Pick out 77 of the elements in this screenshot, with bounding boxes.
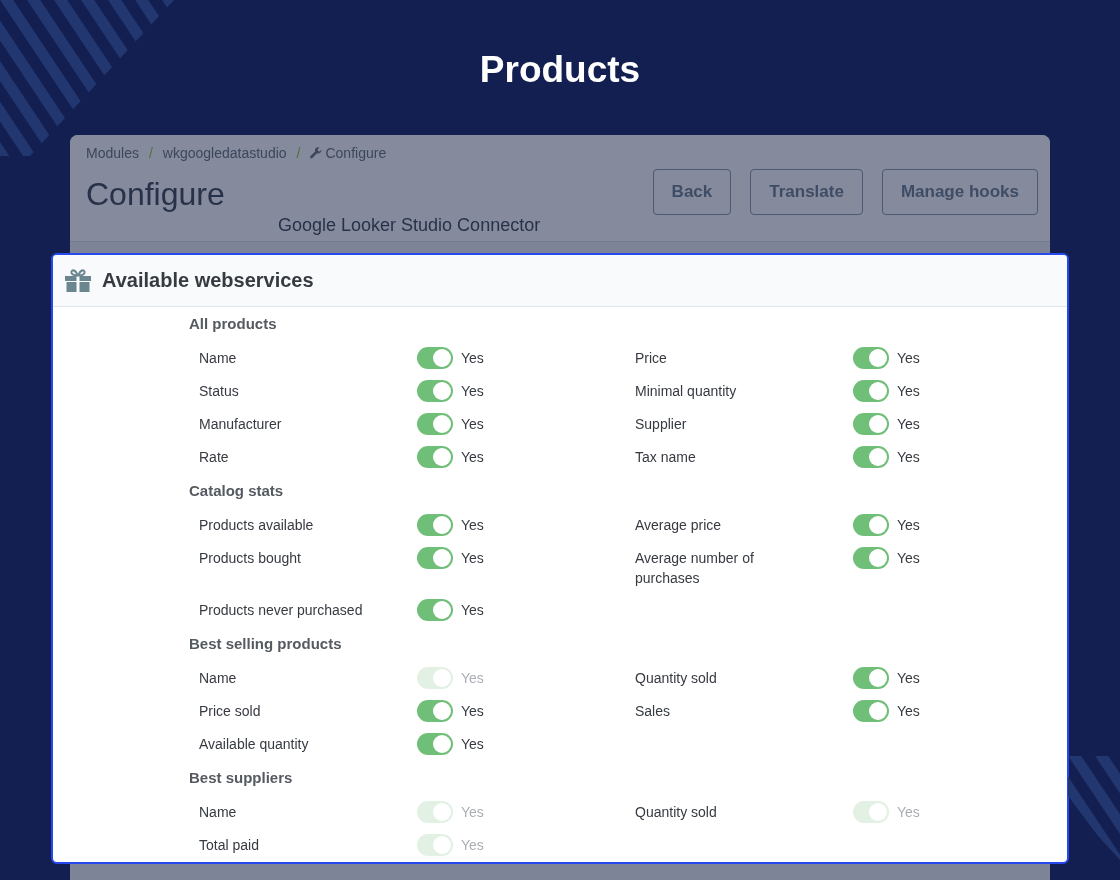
field-label: Name [199,669,238,688]
toggle-switch[interactable] [853,413,889,435]
field-label: Tax name [635,448,697,467]
field-label: Quantity sold [635,803,718,822]
field-label: Products bought [199,549,302,568]
field-label: Rate [199,448,230,467]
field-label: Price sold [199,702,262,721]
toggle-switch[interactable] [417,547,453,569]
toggle-switch[interactable] [853,380,889,402]
toggle-value-label: Yes [461,349,484,368]
toggle-switch[interactable] [417,380,453,402]
toggle-value-label: Yes [897,382,920,401]
field-label: Average price [635,516,723,535]
page-title: Products [479,48,641,92]
toggle-switch[interactable] [417,514,453,536]
page-heading: Configure [86,175,225,214]
toggle-value-label: Yes [461,836,484,855]
field-label: Supplier [635,415,688,434]
toggle-value-label: Yes [461,382,484,401]
toggle-switch[interactable] [853,547,889,569]
section-heading: Best selling products [189,635,342,653]
card-title: Available webservices [102,269,314,292]
toggle-switch[interactable] [417,733,453,755]
toggle-value-label: Yes [897,803,920,822]
translate-button[interactable]: Translate [750,169,863,215]
wrench-icon [310,147,323,159]
manage-hooks-button[interactable]: Manage hooks [881,169,1038,215]
field-label: Products never purchased [199,601,364,620]
breadcrumb-link[interactable]: Modules [86,145,139,161]
toggle-value-label: Yes [461,601,484,620]
field-label: Price [635,349,668,368]
toggle-value-label: Yes [897,448,920,467]
toggle-switch[interactable] [853,347,889,369]
field-label: Available quantity [199,735,310,754]
toggle-value-label: Yes [897,702,920,721]
field-label: Status [199,382,240,401]
breadcrumb-separator: / [296,145,301,161]
toggle-switch[interactable] [417,599,453,621]
field-label: Name [199,803,238,822]
back-button[interactable]: Back [652,169,732,215]
toggle-value-label: Yes [461,669,484,688]
gift-icon [65,269,91,292]
toggle-value-label: Yes [897,415,920,434]
toggle-value-label: Yes [897,549,920,568]
field-label: Products available [199,516,315,535]
toggle-switch[interactable] [853,700,889,722]
toggle-value-label: Yes [461,702,484,721]
field-label: Name [199,349,238,368]
breadcrumb-link[interactable]: Configure [310,145,387,161]
field-label: Quantity sold [635,669,718,688]
toggle-value-label: Yes [461,549,484,568]
field-label: Manufacturer [199,415,283,434]
section-heading: Best suppliers [189,769,293,787]
toggle-value-label: Yes [461,803,484,822]
toggle-value-label: Yes [461,448,484,467]
toggle-value-label: Yes [461,415,484,434]
field-label: Total paid [199,836,260,855]
toggle-switch[interactable] [417,413,453,435]
toggle-switch[interactable] [417,700,453,722]
section-heading: Catalog stats [189,482,284,500]
toggle-switch[interactable] [853,667,889,689]
field-label: Minimal quantity [635,382,738,401]
toggle-switch[interactable] [853,446,889,468]
toggle-value-label: Yes [461,735,484,754]
breadcrumb-separator: / [148,145,153,161]
toggle-value-label: Yes [897,349,920,368]
toggle-value-label: Yes [461,516,484,535]
section-heading: All products [189,315,277,333]
module-subtitle: Google Looker Studio Connector [278,214,541,236]
field-label: Average number of purchases [635,549,755,588]
toggle-value-label: Yes [897,516,920,535]
toggle-switch[interactable] [417,347,453,369]
toggle-switch[interactable] [853,514,889,536]
toggle-switch[interactable] [417,446,453,468]
toggle-value-label: Yes [897,669,920,688]
breadcrumb-link[interactable]: wkgoogledatastudio [162,145,287,161]
field-label: Sales [635,702,672,721]
